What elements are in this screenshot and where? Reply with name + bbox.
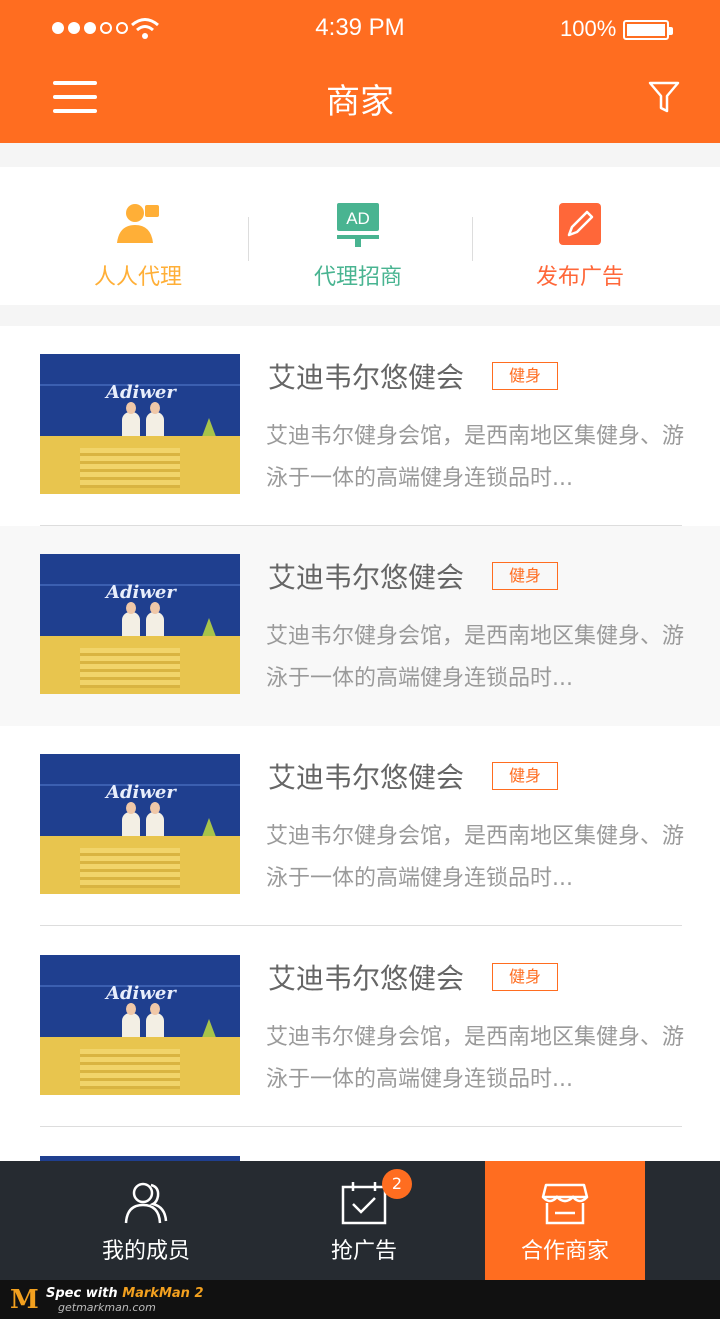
- category-agent[interactable]: 人人代理: [38, 199, 238, 291]
- footer-product: MarkMan 2: [122, 1286, 204, 1301]
- merchant-description: 艾迪韦尔健身会馆，是西南地区集健身、游泳于一体的高端健身连锁品时...: [266, 1025, 685, 1092]
- section-gap: [0, 143, 720, 167]
- merchant-name: 艾迪韦尔悠健会: [268, 561, 465, 594]
- markman-logo: M: [10, 1285, 39, 1315]
- filter-icon[interactable]: [648, 80, 680, 114]
- divider: [40, 1126, 682, 1127]
- category-recruit[interactable]: AD 代理招商: [258, 199, 458, 291]
- notification-badge: 2: [382, 1169, 412, 1199]
- merchant-thumbnail: Adiwer: [40, 554, 240, 694]
- merchant-name: 艾迪韦尔悠健会: [268, 761, 465, 794]
- battery-icon: [623, 20, 673, 40]
- edit-icon: [559, 203, 601, 245]
- tab-label: 合作商家: [520, 1239, 609, 1264]
- divider: [248, 217, 249, 261]
- tab-my-members[interactable]: 我的成员: [66, 1161, 226, 1280]
- list-item[interactable]: Adiwer 艾迪韦尔悠健会 健身 艾迪韦尔健身会馆，是西南地区集健身、游泳于一…: [0, 927, 720, 1127]
- merchant-description: 艾迪韦尔健身会馆，是西南地区集健身、游泳于一体的高端健身连锁品时...: [266, 624, 685, 691]
- merchant-name: 艾迪韦尔悠健会: [268, 962, 465, 995]
- nav-bar: 商家: [0, 60, 720, 143]
- thumbnail-logo: Adiwer: [106, 582, 176, 603]
- status-bar: 4:39 PM 100%: [0, 0, 720, 60]
- list-item[interactable]: Adiwer 艾迪韦尔悠健会 健身 艾迪韦尔健身会馆，是西南地区集健身、游泳于一…: [0, 526, 720, 726]
- list-item[interactable]: Adiwer 艾迪韦尔悠健会 健身 艾迪韦尔健身会馆，是西南地区集健身、游泳于一…: [0, 326, 720, 526]
- merchant-list: Adiwer 艾迪韦尔悠健会 健身 艾迪韦尔健身会馆，是西南地区集健身、游泳于一…: [0, 326, 720, 1161]
- thumbnail-logo: Adiwer: [106, 983, 176, 1004]
- battery-percent: 100%: [560, 16, 617, 41]
- tab-partner-merchants[interactable]: 合作商家: [485, 1161, 645, 1280]
- list-item-partial[interactable]: [0, 1128, 720, 1161]
- person-icon: [117, 204, 159, 243]
- category-strip: 人人代理 AD 代理招商 发布广告: [0, 167, 720, 305]
- members-icon: [124, 1182, 168, 1224]
- merchant-thumbnail: Adiwer: [40, 955, 240, 1095]
- list-item[interactable]: Adiwer 艾迪韦尔悠健会 健身 艾迪韦尔健身会馆，是西南地区集健身、游泳于一…: [0, 726, 720, 926]
- thumbnail-logo: Adiwer: [106, 382, 176, 403]
- ad-icon: AD: [337, 203, 379, 247]
- footer-spec-prefix: Spec with: [46, 1286, 123, 1301]
- merchant-description: 艾迪韦尔健身会馆，是西南地区集健身、游泳于一体的高端健身连锁品时...: [266, 824, 685, 891]
- divider: [40, 925, 682, 926]
- markman-footer: M Spec with MarkMan 2 getmarkman.com: [0, 1280, 720, 1319]
- tab-grab-ads[interactable]: 2 抢广告: [284, 1161, 444, 1280]
- category-tag: 健身: [492, 362, 558, 390]
- divider: [472, 217, 473, 261]
- category-label: 人人代理: [93, 265, 182, 290]
- tab-bar: 我的成员 2 抢广告 合作商家: [0, 1161, 720, 1280]
- footer-spec-text: Spec with MarkMan 2: [46, 1286, 204, 1301]
- svg-text:AD: AD: [346, 209, 370, 228]
- category-tag: 健身: [492, 963, 558, 991]
- category-label: 代理招商: [313, 265, 402, 290]
- merchant-description: 艾迪韦尔健身会馆，是西南地区集健身、游泳于一体的高端健身连锁品时...: [266, 424, 685, 491]
- store-icon: [541, 1183, 589, 1225]
- merchant-page: 4:39 PM 100% 商家 人人代理 AD 代理招商 发布广告 Adiwer…: [0, 0, 720, 1319]
- category-tag: 健身: [492, 762, 558, 790]
- category-publish-ad[interactable]: 发布广告: [480, 199, 680, 291]
- footer-site: getmarkman.com: [58, 1301, 156, 1314]
- merchant-thumbnail: Adiwer: [40, 354, 240, 494]
- category-label: 发布广告: [535, 265, 624, 290]
- tab-label: 抢广告: [330, 1239, 397, 1264]
- tab-label: 我的成员: [101, 1239, 190, 1264]
- thumbnail-logo: Adiwer: [106, 782, 176, 803]
- merchant-name: 艾迪韦尔悠健会: [268, 361, 465, 394]
- category-tag: 健身: [492, 562, 558, 590]
- merchant-thumbnail: Adiwer: [40, 754, 240, 894]
- page-title: 商家: [326, 82, 394, 122]
